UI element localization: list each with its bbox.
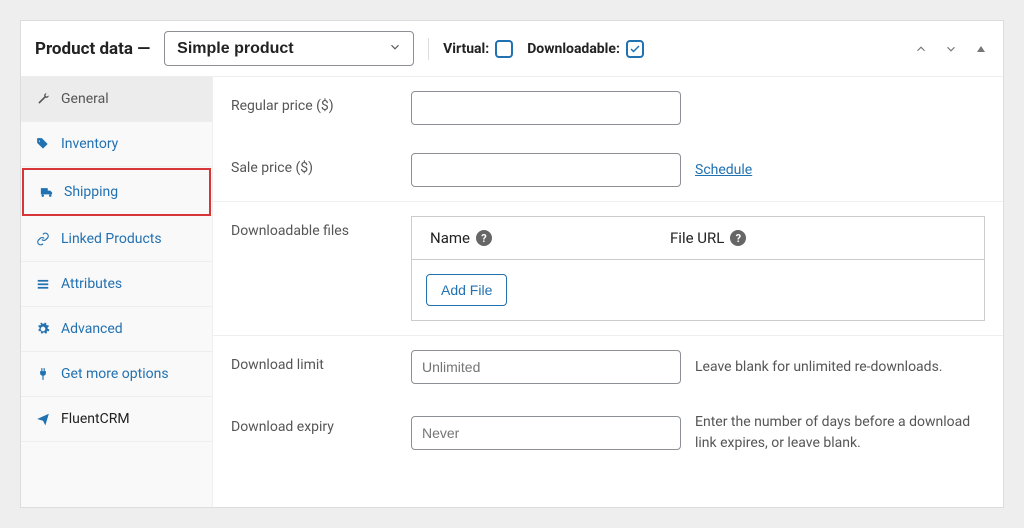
move-down-icon[interactable] xyxy=(943,41,959,57)
virtual-toggle: Virtual: xyxy=(443,40,513,58)
product-type-select[interactable]: Simple product xyxy=(164,31,414,66)
download-limit-row: Download limit Leave blank for unlimited… xyxy=(213,335,1003,398)
header-divider xyxy=(428,38,429,60)
wrench-icon xyxy=(35,91,51,107)
downloadable-toggle: Downloadable: xyxy=(527,40,644,58)
downloadable-checkbox[interactable] xyxy=(626,40,644,58)
add-file-button[interactable]: Add File xyxy=(426,274,507,306)
downloadable-files-table: Name ? File URL ? Add File xyxy=(411,216,985,321)
tab-get-more-options[interactable]: Get more options xyxy=(21,352,212,397)
help-icon[interactable]: ? xyxy=(476,230,492,246)
link-icon xyxy=(35,231,51,247)
schedule-link[interactable]: Schedule xyxy=(695,162,752,178)
panel-header-controls xyxy=(913,41,989,57)
downloadable-label: Downloadable: xyxy=(527,41,620,57)
dl-table-head: Name ? File URL ? xyxy=(412,217,984,260)
downloadable-files-row: Downloadable files Name ? File URL ? xyxy=(213,201,1003,335)
regular-price-row: Regular price ($) xyxy=(213,77,1003,139)
tab-shipping[interactable]: Shipping xyxy=(22,168,211,216)
panel-header: Product data — Simple product Virtual: D… xyxy=(21,21,1003,77)
list-icon xyxy=(35,276,51,292)
tab-linked-products[interactable]: Linked Products xyxy=(21,217,212,262)
collapse-icon[interactable] xyxy=(973,41,989,57)
tab-fluentcrm[interactable]: FluentCRM xyxy=(21,397,212,442)
virtual-label: Virtual: xyxy=(443,41,489,57)
plug-icon xyxy=(35,366,51,382)
gear-icon xyxy=(35,321,51,337)
regular-price-input[interactable] xyxy=(411,91,681,125)
download-limit-help: Leave blank for unlimited re-downloads. xyxy=(695,357,942,378)
tab-attributes[interactable]: Attributes xyxy=(21,262,212,307)
download-expiry-input[interactable] xyxy=(411,416,681,450)
sale-price-row: Sale price ($) Schedule xyxy=(213,139,1003,201)
truck-icon xyxy=(38,184,54,200)
virtual-checkbox[interactable] xyxy=(495,40,513,58)
dl-col-name: Name ? xyxy=(430,229,630,247)
product-type-select-wrap: Simple product xyxy=(164,31,414,66)
downloadable-files-label: Downloadable files xyxy=(231,216,391,239)
tab-getmore-label: Get more options xyxy=(61,366,169,382)
sidebar: General Inventory Shipping Linked Produc… xyxy=(21,77,213,507)
sale-price-label: Sale price ($) xyxy=(231,153,391,176)
panel-title: Product data — xyxy=(35,39,150,59)
download-expiry-label: Download expiry xyxy=(231,412,391,435)
help-icon[interactable]: ? xyxy=(730,230,746,246)
download-limit-label: Download limit xyxy=(231,350,391,373)
download-expiry-row: Download expiry Enter the number of days… xyxy=(213,398,1003,468)
dl-col-url: File URL ? xyxy=(670,229,966,247)
tab-attributes-label: Attributes xyxy=(61,276,122,292)
paper-plane-icon xyxy=(35,411,51,427)
regular-price-label: Regular price ($) xyxy=(231,91,391,114)
panel-body: General Inventory Shipping Linked Produc… xyxy=(21,77,1003,507)
tag-icon xyxy=(35,136,51,152)
tab-shipping-label: Shipping xyxy=(64,184,118,200)
product-data-panel: Product data — Simple product Virtual: D… xyxy=(20,20,1004,508)
tab-general-label: General xyxy=(61,91,109,107)
content-area: Regular price ($) Sale price ($) Schedul… xyxy=(213,77,1003,507)
tab-advanced[interactable]: Advanced xyxy=(21,307,212,352)
tab-general[interactable]: General xyxy=(21,77,212,122)
download-limit-input[interactable] xyxy=(411,350,681,384)
dl-table-body: Add File xyxy=(412,260,984,320)
sale-price-input[interactable] xyxy=(411,153,681,187)
tab-inventory-label: Inventory xyxy=(61,136,118,152)
tab-advanced-label: Advanced xyxy=(61,321,123,337)
tab-inventory[interactable]: Inventory xyxy=(21,122,212,167)
tab-fluentcrm-label: FluentCRM xyxy=(61,411,130,427)
tab-linked-label: Linked Products xyxy=(61,231,162,247)
download-expiry-help: Enter the number of days before a downlo… xyxy=(695,412,985,454)
move-up-icon[interactable] xyxy=(913,41,929,57)
